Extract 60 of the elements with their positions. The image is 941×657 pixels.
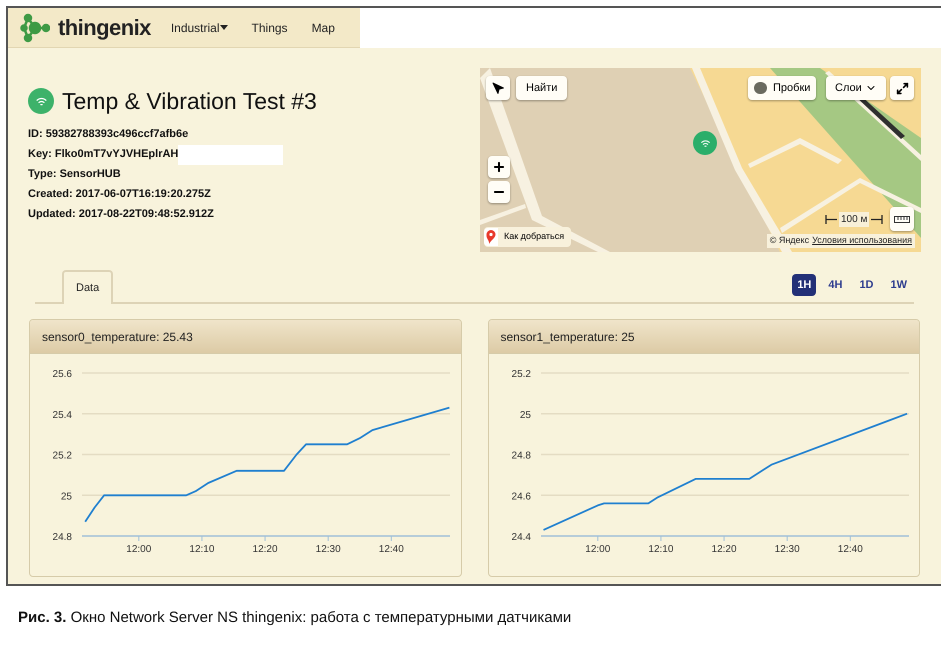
x-tick-label: 12:30	[774, 544, 800, 555]
range-button[interactable]: 1D	[854, 274, 878, 296]
x-tick-label: 12:20	[252, 544, 278, 555]
copyright-text: © Яндекс	[770, 234, 810, 247]
range-button[interactable]: 1H	[792, 274, 816, 296]
y-tick-label: 24.4	[511, 532, 530, 543]
y-tick-label: 24.6	[511, 491, 530, 502]
device-title: Temp & Vibration Test #3	[62, 87, 317, 116]
nav-link[interactable]: Things	[252, 18, 288, 36]
caret-icon	[220, 25, 228, 30]
y-tick-label: 24.8	[52, 532, 72, 543]
range-button[interactable]: 1W	[886, 274, 912, 296]
nav-link[interactable]: Industrial	[170, 18, 228, 36]
device-info: Created: 2017-06-07T16:19:20.275Z	[28, 187, 211, 202]
fullscreen-button[interactable]	[890, 76, 914, 100]
traffic-icon	[754, 82, 767, 94]
chart-title: sensor1_temperature: 25	[500, 328, 635, 346]
layers-button[interactable]: Слои	[826, 76, 886, 100]
ruler-icon	[894, 216, 910, 222]
tab[interactable]: Data	[62, 270, 114, 304]
plus-icon	[492, 160, 506, 174]
chart-title: sensor0_temperature: 25.43	[42, 328, 193, 346]
y-tick-label: 25	[60, 491, 72, 502]
pin-icon	[484, 228, 498, 246]
nav-link[interactable]: Map	[312, 18, 335, 36]
x-tick-label: 12:00	[584, 544, 610, 555]
zoom-out-button[interactable]	[488, 181, 510, 203]
x-tick-label: 12:10	[648, 544, 673, 555]
scale-bar-icon	[825, 215, 837, 224]
x-tick-label: 12:00	[126, 544, 152, 555]
scale-label: 100 м	[839, 212, 870, 227]
x-tick-label: 12:10	[189, 544, 214, 555]
expand-icon	[896, 82, 908, 94]
route-button[interactable]: Как добраться	[484, 227, 572, 247]
device-info: Key: Flko0mT7vYJVHEplrAH	[28, 147, 178, 162]
device-info: Type: SensorHUB	[28, 167, 121, 182]
locate-button[interactable]	[486, 76, 510, 100]
x-tick-label: 12:40	[837, 544, 862, 555]
figure-caption: Рис. 3. Окно Network Server NS thingenix: работа с температурными датчиками	[18, 608, 572, 628]
search-button[interactable]: Найти	[516, 76, 568, 100]
ruler-button[interactable]	[890, 207, 914, 231]
device-info: Updated: 2017-08-22T09:48:52.912Z	[28, 207, 214, 222]
y-tick-label: 24.8	[511, 450, 530, 462]
arrow-icon	[492, 82, 504, 94]
logo-icon	[20, 12, 50, 42]
y-tick-label: 25	[519, 410, 530, 421]
terms-link[interactable]: Условия использования	[812, 234, 912, 248]
brand-name: thingenix	[58, 14, 151, 42]
x-tick-label: 12:30	[316, 544, 341, 555]
x-tick-label: 12:20	[711, 544, 736, 555]
traffic-button[interactable]: Пробки	[748, 76, 816, 100]
y-tick-label: 25.2	[511, 369, 530, 380]
range-button[interactable]: 4H	[823, 274, 848, 296]
x-tick-label: 12:40	[378, 544, 404, 555]
y-tick-label: 25.6	[52, 369, 72, 380]
zoom-in-button[interactable]	[488, 156, 510, 178]
device-info: ID: 59382788393c496ccf7afb6e	[28, 127, 188, 142]
y-tick-label: 25.4	[52, 410, 72, 421]
y-tick-label: 25.2	[52, 450, 72, 462]
scale-bar-icon	[871, 215, 884, 224]
